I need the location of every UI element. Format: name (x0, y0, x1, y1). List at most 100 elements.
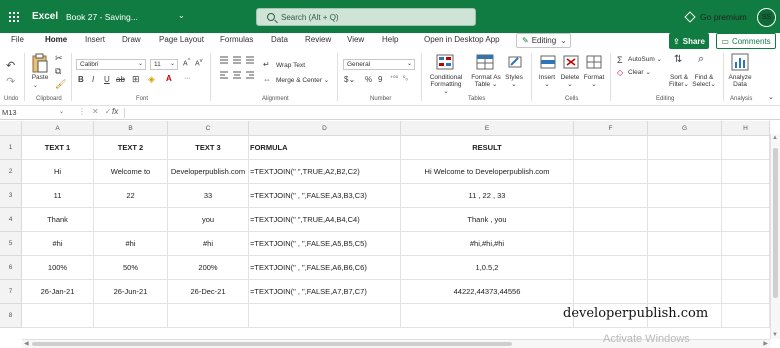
undo-icon[interactable]: ↶ (6, 59, 15, 72)
tab-page-layout[interactable]: Page Layout (159, 35, 204, 48)
autosum-button[interactable]: AutoSum ⌄ (628, 56, 668, 63)
tab-review[interactable]: Review (305, 35, 331, 48)
cell-g1[interactable] (648, 136, 722, 160)
cell-g6[interactable] (648, 256, 722, 280)
row-header-8[interactable]: 8 (0, 304, 22, 328)
cut-icon[interactable]: ✂ (55, 53, 63, 64)
cell-a2[interactable]: Hi (22, 160, 94, 184)
cell-e6[interactable]: 1,0.5,2 (401, 256, 574, 280)
tab-help[interactable]: Help (382, 35, 398, 48)
app-name[interactable]: Excel (32, 11, 66, 22)
find-select-icon[interactable]: ⌕ (698, 53, 704, 66)
tab-view[interactable]: View (347, 35, 364, 48)
alignment-icons[interactable] (219, 55, 259, 91)
cell-d3[interactable]: =TEXTJOIN(" , ",FALSE,A3,B3,C3) (249, 184, 401, 208)
cell-b6[interactable]: 50% (94, 256, 168, 280)
decrease-font-icon[interactable]: Av (195, 58, 203, 67)
cell-a3[interactable]: 11 (22, 184, 94, 208)
cell-a4[interactable]: Thank (22, 208, 94, 232)
currency-icon[interactable]: $⌄ (344, 75, 355, 84)
search-input[interactable]: Search (Alt + Q) (256, 8, 476, 26)
document-name[interactable]: Book 27 - Saving... (66, 12, 166, 22)
comma-style-icon[interactable]: 9 (378, 75, 382, 84)
cell-a1[interactable]: TEXT 1 (22, 136, 94, 160)
column-header-h[interactable]: H (722, 121, 770, 136)
cell-e3[interactable]: 11 , 22 , 33 (401, 184, 574, 208)
font-color-icon[interactable]: A (166, 74, 172, 83)
tab-formulas[interactable]: Formulas (220, 35, 253, 48)
tab-data[interactable]: Data (271, 35, 288, 48)
cell-e2[interactable]: Hi Welcome to Developerpublish.com (401, 160, 574, 184)
delete-cells-icon[interactable] (563, 55, 579, 69)
cell-h4[interactable] (722, 208, 770, 232)
cell-c3[interactable]: 33 (168, 184, 249, 208)
cell-a8[interactable] (22, 304, 94, 328)
italic-icon[interactable]: I (92, 75, 94, 84)
sort-filter-button[interactable]: Sort & Filter⌄ (666, 74, 692, 88)
cell-f7[interactable] (574, 280, 648, 304)
clear-icon[interactable]: ◇ (617, 68, 623, 77)
cell-a6[interactable]: 100% (22, 256, 94, 280)
cell-e4[interactable]: Thank , you (401, 208, 574, 232)
cell-d4[interactable]: =TEXTJOIN(" ",TRUE,A4,B4,C4) (249, 208, 401, 232)
cell-f6[interactable] (574, 256, 648, 280)
cell-b5[interactable]: #hi (94, 232, 168, 256)
cell-b4[interactable] (94, 208, 168, 232)
cell-b1[interactable]: TEXT 2 (94, 136, 168, 160)
cell-g2[interactable] (648, 160, 722, 184)
comments-button[interactable]: ▭ Comments (716, 33, 776, 49)
bold-icon[interactable]: B (78, 75, 84, 84)
insert-cells-icon[interactable] (540, 55, 556, 69)
column-header-e[interactable]: E (401, 121, 574, 136)
share-button[interactable]: ⇪ Share (669, 33, 709, 49)
increase-font-icon[interactable]: A^ (183, 58, 190, 67)
autosum-icon[interactable]: Σ (617, 55, 623, 65)
format-painter-icon[interactable]: 🖌 (55, 79, 66, 90)
cell-d5[interactable]: =TEXTJOIN(" , ",FALSE,A5,B5,C5) (249, 232, 401, 256)
tab-draw[interactable]: Draw (122, 35, 141, 48)
paste-icon[interactable] (31, 53, 49, 73)
conditional-formatting-icon[interactable] (436, 54, 454, 70)
insert-function-icon[interactable]: fx (112, 107, 118, 116)
cell-f3[interactable] (574, 184, 648, 208)
cell-styles-icon[interactable] (508, 54, 522, 70)
paste-button[interactable]: Paste (30, 74, 50, 81)
cell-a5[interactable]: #hi (22, 232, 94, 256)
go-premium-link[interactable]: Go premium (684, 11, 747, 23)
find-select-button[interactable]: Find & Select⌄ (690, 74, 718, 88)
cell-b8[interactable] (94, 304, 168, 328)
conditional-formatting-button[interactable]: Conditional Formatting ⌄ (428, 74, 464, 95)
cell-d1[interactable]: FORMULA (249, 136, 401, 160)
row-header-4[interactable]: 4 (0, 208, 22, 232)
cell-c5[interactable]: #hi (168, 232, 249, 256)
wrap-text-icon[interactable]: ↵ (263, 60, 270, 69)
cell-f5[interactable] (574, 232, 648, 256)
cell-g5[interactable] (648, 232, 722, 256)
cell-g3[interactable] (648, 184, 722, 208)
cell-h5[interactable] (722, 232, 770, 256)
cell-d2[interactable]: =TEXTJOIN(" ",TRUE,A2,B2,C2) (249, 160, 401, 184)
decrease-decimal-icon[interactable]: ⁰₀ (403, 75, 408, 82)
redo-icon[interactable]: ↷ (6, 75, 15, 88)
column-header-b[interactable]: B (94, 121, 168, 136)
percent-icon[interactable]: % (365, 75, 372, 84)
delete-cells-button[interactable]: Delete ⌄ (559, 74, 581, 88)
column-header-a[interactable]: A (22, 121, 94, 136)
cell-f1[interactable] (574, 136, 648, 160)
cell-f2[interactable] (574, 160, 648, 184)
cell-e1[interactable]: RESULT (401, 136, 574, 160)
column-header-f[interactable]: F (574, 121, 648, 136)
scroll-up-icon[interactable]: ▲ (772, 135, 778, 141)
cell-h7[interactable] (722, 280, 770, 304)
fill-color-icon[interactable]: ◈ (148, 74, 155, 85)
chevron-down-icon[interactable]: ⌄ (178, 11, 185, 20)
format-cells-button[interactable]: Format ⌄ (582, 74, 606, 88)
cell-c4[interactable]: you (168, 208, 249, 232)
row-header-3[interactable]: 3 (0, 184, 22, 208)
scroll-right-icon[interactable]: ▶ (763, 340, 768, 347)
editing-mode-dropdown[interactable]: ✎ Editing ⌄ (516, 33, 571, 48)
cell-h6[interactable] (722, 256, 770, 280)
styles-button[interactable]: Styles ⌄ (503, 74, 525, 88)
merge-center-icon[interactable]: ⇔ (263, 75, 271, 84)
strikethrough-icon[interactable]: ab (116, 75, 125, 84)
